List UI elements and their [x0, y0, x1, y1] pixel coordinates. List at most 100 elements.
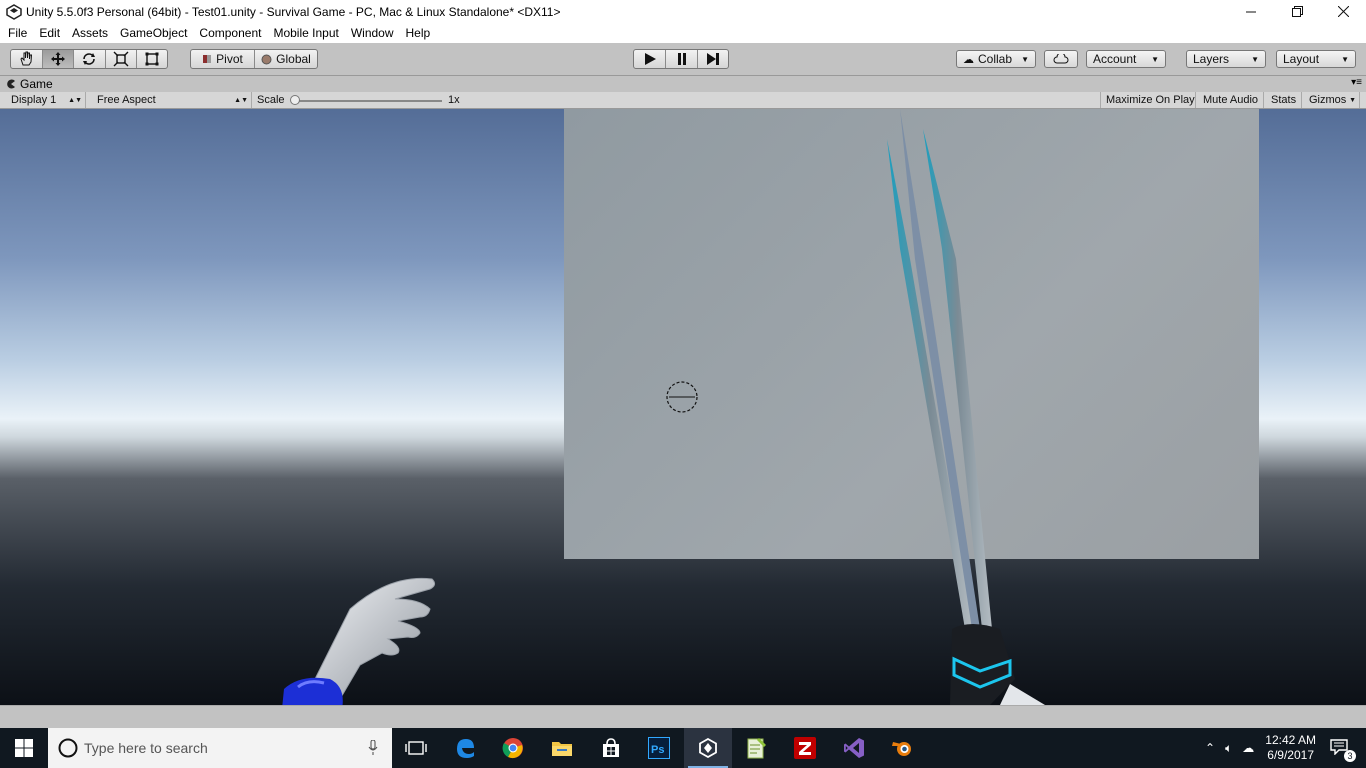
microphone-icon[interactable] [368, 740, 378, 756]
minimize-icon [1246, 11, 1256, 12]
menu-mobile-input[interactable]: Mobile Input [267, 26, 344, 40]
pivot-button[interactable]: Pivot [191, 50, 255, 68]
windows-taskbar: Type here to search Ps ⌃ 🔈︎ ☁ 12:42 AM 6… [0, 728, 1366, 768]
global-button[interactable]: Global [255, 50, 317, 68]
chevron-updown-icon: ▲▼ [68, 96, 82, 104]
layout-label: Layout [1283, 52, 1320, 66]
layers-label: Layers [1193, 52, 1230, 66]
scale-tool-button[interactable] [106, 50, 138, 68]
pause-button[interactable] [666, 50, 698, 68]
aspect-dropdown[interactable]: Free Aspect ▲▼ [92, 92, 252, 108]
chevron-down-icon: ▼ [1349, 96, 1356, 104]
taskbar-app-notepad-plus-plus[interactable] [732, 728, 781, 768]
play-button[interactable] [634, 50, 666, 68]
pivot-global-toggle: Pivot Global [190, 49, 318, 69]
layers-dropdown[interactable]: Layers ▼ [1186, 50, 1266, 68]
hand-tool-button[interactable] [11, 50, 43, 68]
maximize-on-play-label: Maximize On Play [1106, 94, 1195, 106]
visual-studio-icon [843, 738, 864, 758]
scale-value: 1x [448, 94, 460, 106]
taskbar-app-visual-studio[interactable] [829, 728, 878, 768]
menu-gameobject[interactable]: GameObject [114, 26, 193, 40]
menu-assets[interactable]: Assets [66, 26, 114, 40]
scale-icon [113, 51, 129, 67]
mute-audio-toggle[interactable]: Mute Audio [1198, 92, 1264, 108]
left-hand-model [282, 577, 436, 705]
menu-window[interactable]: Window [345, 26, 400, 40]
game-view-toolbar: Display 1 ▲▼ Free Aspect ▲▼ Scale 1x Max… [0, 92, 1366, 109]
collab-cloud-icon: ☁ [963, 53, 974, 66]
menu-help[interactable]: Help [400, 26, 437, 40]
taskbar-app-filezilla[interactable] [781, 728, 830, 768]
chevron-down-icon: ▼ [1151, 54, 1159, 64]
gizmos-dropdown[interactable]: Gizmos ▼ [1304, 92, 1360, 108]
stats-toggle[interactable]: Stats [1266, 92, 1302, 108]
restore-icon [1291, 6, 1303, 17]
minimize-button[interactable] [1228, 0, 1274, 23]
scale-slider-track[interactable] [294, 100, 442, 102]
collab-dropdown[interactable]: ☁ Collab ▼ [956, 50, 1036, 68]
window-title: Unity 5.5.0f3 Personal (64bit) - Test01.… [26, 4, 561, 19]
move-tool-button[interactable] [42, 50, 75, 68]
onedrive-cloud-icon[interactable]: ☁ [1242, 741, 1254, 755]
title-bar: Unity 5.5.0f3 Personal (64bit) - Test01.… [0, 0, 1366, 23]
notification-count-badge: 3 [1344, 749, 1356, 762]
menu-edit[interactable]: Edit [33, 26, 66, 40]
aspect-value: Free Aspect [97, 94, 156, 106]
rect-tool-button[interactable] [137, 50, 167, 68]
panel-menu-icon[interactable]: ▾≡ [1351, 77, 1362, 88]
rotate-tool-button[interactable] [74, 50, 106, 68]
taskbar-app-file-explorer[interactable] [538, 728, 587, 768]
crosshair-icon [666, 381, 698, 413]
restore-button[interactable] [1274, 0, 1320, 23]
tab-game[interactable]: Game [6, 77, 53, 91]
menu-component[interactable]: Component [193, 26, 267, 40]
pivot-icon [203, 55, 212, 63]
step-button[interactable] [698, 50, 728, 68]
account-dropdown[interactable]: Account ▼ [1086, 50, 1166, 68]
cloud-services-button[interactable] [1044, 50, 1078, 68]
main-toolbar: Pivot Global ☁ Collab ▼ Account ▼ Layers… [0, 43, 1366, 76]
clock-time: 12:42 AM [1265, 733, 1316, 747]
playback-controls [633, 49, 729, 69]
display-dropdown[interactable]: Display 1 ▲▼ [6, 92, 86, 108]
start-button[interactable] [0, 728, 48, 768]
taskbar-search-box[interactable]: Type here to search [48, 728, 392, 768]
game-viewport[interactable] [0, 109, 1366, 705]
volume-icon[interactable]: 🔈︎ [1225, 741, 1232, 756]
chevron-updown-icon: ▲▼ [234, 96, 248, 104]
edge-icon [456, 739, 474, 758]
chevron-down-icon: ▼ [1251, 54, 1259, 64]
close-button[interactable] [1320, 0, 1366, 23]
chrome-icon [503, 738, 524, 759]
taskbar-app-chrome[interactable] [489, 728, 538, 768]
taskbar-app-blender[interactable] [878, 728, 927, 768]
taskbar-app-edge[interactable] [441, 728, 490, 768]
transform-tools [10, 49, 168, 69]
step-icon [707, 53, 719, 65]
claw-weapon-model [887, 109, 1045, 705]
layout-dropdown[interactable]: Layout ▼ [1276, 50, 1356, 68]
unity-logo-icon [698, 738, 717, 758]
global-label: Global [276, 52, 311, 66]
chevron-up-icon[interactable]: ⌃ [1205, 741, 1215, 755]
photoshop-icon: Ps [648, 737, 671, 759]
taskbar-app-photoshop[interactable]: Ps [635, 728, 684, 768]
menu-bar: File Edit Assets GameObject Component Mo… [0, 23, 1366, 43]
chevron-down-icon: ▼ [1021, 54, 1029, 64]
game-tab-header: Game ▾≡ [0, 77, 1366, 92]
scale-slider-handle[interactable] [290, 95, 300, 105]
chevron-down-icon: ▼ [1341, 54, 1349, 64]
maximize-on-play-toggle[interactable]: Maximize On Play [1100, 92, 1196, 108]
taskbar-app-unity[interactable] [683, 728, 733, 768]
cortana-circle-icon [58, 738, 78, 758]
task-view-icon [405, 741, 427, 755]
blender-icon [892, 742, 912, 756]
display-value: Display 1 [11, 94, 57, 106]
task-view-button[interactable] [392, 728, 441, 768]
taskbar-app-store[interactable] [586, 728, 635, 768]
taskbar-clock[interactable]: 12:42 AM 6/9/2017 [1265, 733, 1316, 763]
menu-file[interactable]: File [0, 26, 33, 40]
notepad-plus-plus-icon [747, 738, 767, 759]
action-center-button[interactable]: 3 [1330, 738, 1356, 762]
